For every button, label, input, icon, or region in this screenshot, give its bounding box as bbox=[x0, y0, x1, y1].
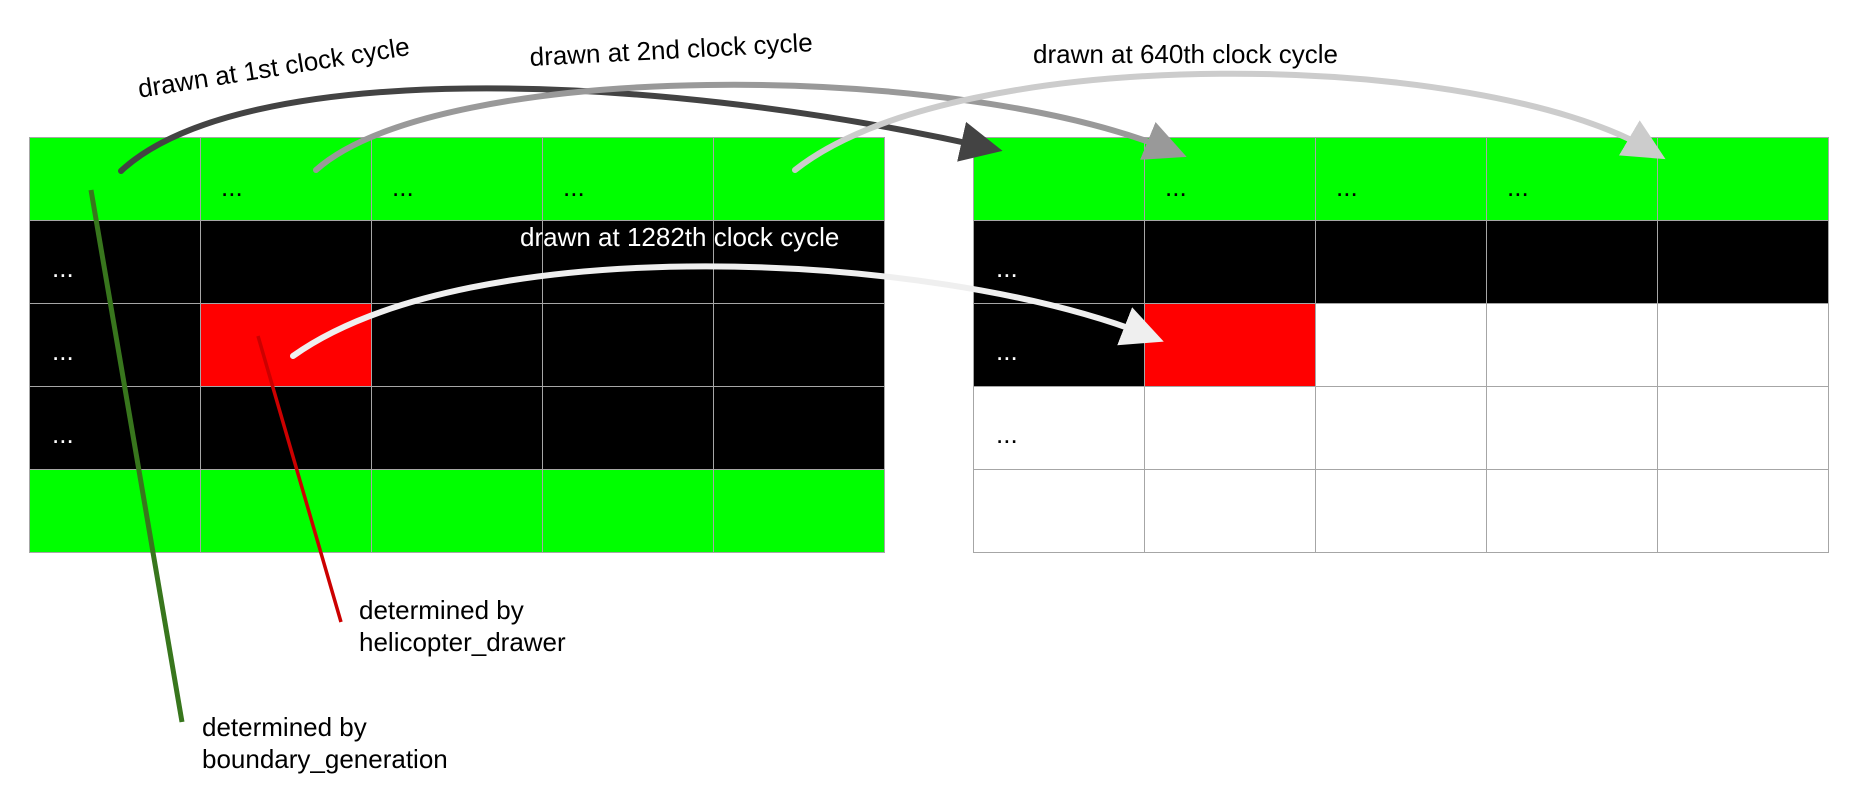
arrow-label-cycle-640: drawn at 640th clock cycle bbox=[1033, 39, 1338, 69]
helicopter-leader-line bbox=[256, 335, 343, 623]
boundary-note: determined by boundary_generation bbox=[202, 711, 448, 775]
arrow-cycle-2 bbox=[313, 81, 1187, 173]
arrow-cycle-4 bbox=[290, 263, 1164, 359]
arrow-cycle-3 bbox=[792, 70, 1666, 173]
boundary-note-line2: boundary_generation bbox=[202, 744, 448, 774]
arrow-layer bbox=[88, 70, 1666, 723]
helicopter-note-line1: determined by bbox=[359, 595, 524, 625]
clock-cycle-diagram: .................. .................. dr… bbox=[0, 0, 1852, 790]
helicopter-note: determined by helicopter_drawer bbox=[359, 594, 566, 658]
boundary-note-line1: determined by bbox=[202, 712, 367, 742]
boundary-leader-line bbox=[88, 189, 185, 723]
arrow-cycle-1 bbox=[118, 85, 1003, 174]
arrow-label-cycle-1282: drawn at 1282th clock cycle bbox=[520, 222, 840, 252]
helicopter-note-line2: helicopter_drawer bbox=[359, 627, 566, 657]
